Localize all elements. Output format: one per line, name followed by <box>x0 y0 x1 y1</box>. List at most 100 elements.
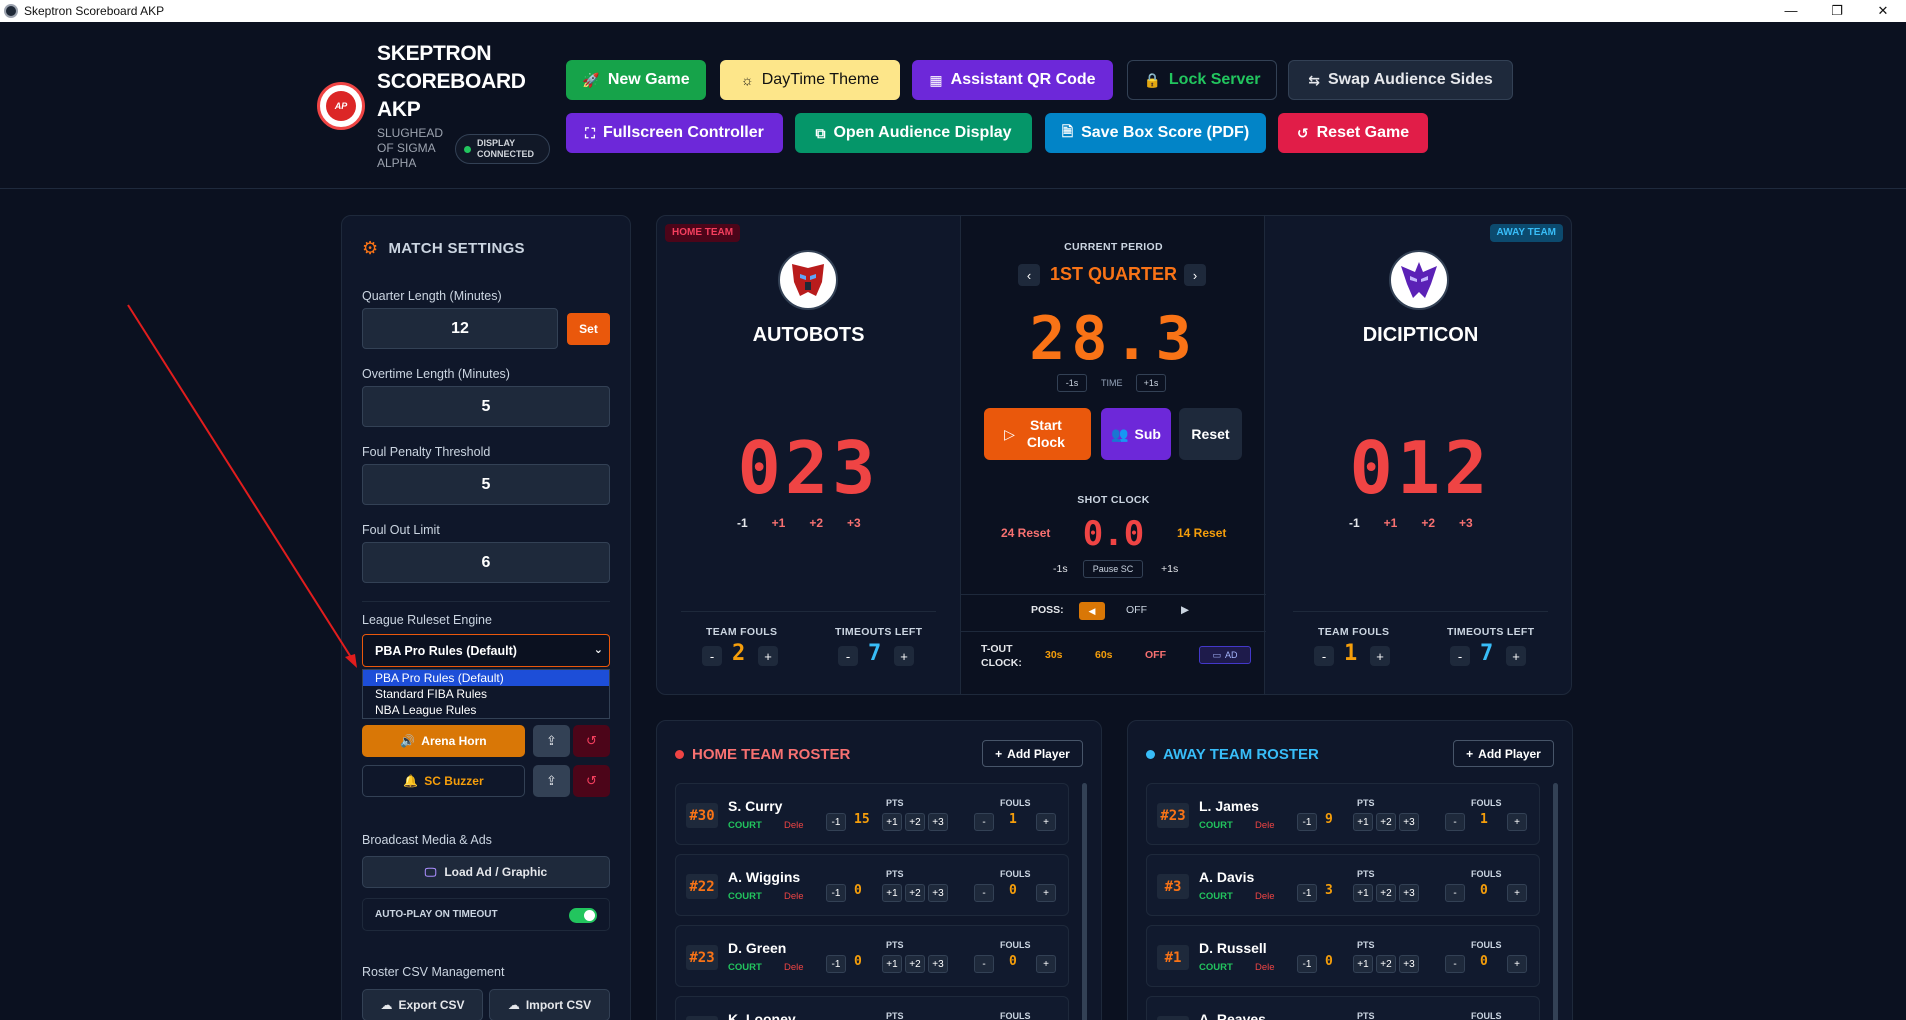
pts-plus-2-button[interactable]: +2 <box>1376 884 1396 902</box>
home-timeouts-plus[interactable]: + <box>894 646 914 666</box>
player-delete-button[interactable]: Dele <box>784 891 804 902</box>
fouls-plus-button[interactable]: + <box>1036 884 1056 902</box>
restore-button[interactable]: ❐ <box>1814 0 1860 22</box>
foul-out-input[interactable]: 6 <box>362 542 610 583</box>
ruleset-select[interactable]: PBA Pro Rules (Default) ⌄ <box>362 634 610 667</box>
home-minus-1-button[interactable]: -1 <box>737 516 748 530</box>
pts-plus-3-button[interactable]: +3 <box>928 813 948 831</box>
timeout-30s-button[interactable]: 30s <box>1045 649 1063 661</box>
autoplay-toggle[interactable] <box>569 908 597 923</box>
away-minus-1-button[interactable]: -1 <box>1349 516 1360 530</box>
pts-plus-1-button[interactable]: +1 <box>1353 955 1373 973</box>
possession-home-button[interactable]: ◀ <box>1079 602 1105 620</box>
minimize-button[interactable]: — <box>1768 0 1814 22</box>
assistant-qr-button[interactable]: ▦ Assistant QR Code <box>912 60 1113 100</box>
reset-horn-button[interactable]: ↺ <box>573 725 610 757</box>
possession-away-button[interactable]: ▶ <box>1181 604 1189 616</box>
fullscreen-controller-button[interactable]: ⛶ Fullscreen Controller <box>566 113 783 153</box>
set-quarter-button[interactable]: Set <box>567 313 610 345</box>
pts-minus-1-button[interactable]: -1 <box>826 813 846 831</box>
clock-minus-1s-button[interactable]: -1s <box>1057 374 1087 392</box>
away-fouls-minus[interactable]: - <box>1314 646 1334 666</box>
shot-clock-minus-button[interactable]: -1s <box>1053 563 1068 575</box>
reset-clock-button[interactable]: Reset <box>1179 408 1242 460</box>
shot-clock-plus-button[interactable]: +1s <box>1161 563 1178 575</box>
pts-plus-3-button[interactable]: +3 <box>1399 813 1419 831</box>
away-add-player-button[interactable]: + Add Player <box>1453 740 1554 767</box>
player-delete-button[interactable]: Dele <box>1255 962 1275 973</box>
pts-plus-2-button[interactable]: +2 <box>1376 955 1396 973</box>
pts-plus-3-button[interactable]: +3 <box>928 884 948 902</box>
player-delete-button[interactable]: Dele <box>784 820 804 831</box>
fouls-plus-button[interactable]: + <box>1036 955 1056 973</box>
possession-off-button[interactable]: OFF <box>1126 604 1147 616</box>
pts-plus-3-button[interactable]: +3 <box>1399 884 1419 902</box>
home-plus-2-button[interactable]: +2 <box>809 516 823 530</box>
daytime-theme-button[interactable]: ☼ DayTime Theme <box>720 60 900 100</box>
fouls-minus-button[interactable]: - <box>974 813 994 831</box>
away-plus-1-button[interactable]: +1 <box>1384 516 1398 530</box>
ruleset-option[interactable]: Standard FIBA Rules <box>363 686 609 702</box>
home-timeouts-minus[interactable]: - <box>838 646 858 666</box>
timeout-60s-button[interactable]: 60s <box>1095 649 1113 661</box>
export-csv-button[interactable]: ☁ Export CSV <box>362 989 483 1020</box>
quarter-length-input[interactable]: 12 <box>362 308 558 349</box>
player-court-status[interactable]: COURT <box>728 891 762 902</box>
pts-plus-1-button[interactable]: +1 <box>882 813 902 831</box>
fouls-plus-button[interactable]: + <box>1507 884 1527 902</box>
player-delete-button[interactable]: Dele <box>784 962 804 973</box>
reset-buzzer-button[interactable]: ↺ <box>573 765 610 797</box>
away-roster-scrollbar[interactable] <box>1553 783 1558 1020</box>
upload-horn-button[interactable]: ⇪ <box>533 725 570 757</box>
overtime-length-input[interactable]: 5 <box>362 386 610 427</box>
reset-game-button[interactable]: ↺ Reset Game <box>1278 113 1428 153</box>
player-court-status[interactable]: COURT <box>1199 891 1233 902</box>
pts-plus-1-button[interactable]: +1 <box>882 884 902 902</box>
away-fouls-plus[interactable]: + <box>1370 646 1390 666</box>
sub-button[interactable]: 👥 Sub <box>1101 408 1171 460</box>
pts-plus-1-button[interactable]: +1 <box>1353 884 1373 902</box>
new-game-button[interactable]: 🚀 New Game <box>566 60 706 100</box>
timeout-off-button[interactable]: OFF <box>1145 649 1166 661</box>
import-csv-button[interactable]: ☁ Import CSV <box>489 989 610 1020</box>
away-plus-3-button[interactable]: +3 <box>1459 516 1473 530</box>
load-ad-button[interactable]: 🖵 Load Ad / Graphic <box>362 856 610 888</box>
pts-minus-1-button[interactable]: -1 <box>1297 955 1317 973</box>
pts-minus-1-button[interactable]: -1 <box>1297 884 1317 902</box>
pts-plus-1-button[interactable]: +1 <box>1353 813 1373 831</box>
pts-minus-1-button[interactable]: -1 <box>826 955 846 973</box>
foul-penalty-input[interactable]: 5 <box>362 464 610 505</box>
home-plus-1-button[interactable]: +1 <box>772 516 786 530</box>
home-add-player-button[interactable]: + Add Player <box>982 740 1083 767</box>
fouls-minus-button[interactable]: - <box>1445 813 1465 831</box>
fouls-minus-button[interactable]: - <box>1445 955 1465 973</box>
away-timeouts-minus[interactable]: - <box>1450 646 1470 666</box>
start-clock-button[interactable]: ▷ Start Clock <box>984 408 1091 460</box>
save-box-score-button[interactable]: 🗎 Save Box Score (PDF) <box>1045 113 1266 153</box>
fouls-minus-button[interactable]: - <box>974 884 994 902</box>
home-plus-3-button[interactable]: +3 <box>847 516 861 530</box>
timeout-ad-button[interactable]: ▭ AD <box>1199 646 1251 664</box>
arena-horn-button[interactable]: 🔊 Arena Horn <box>362 725 525 757</box>
fouls-minus-button[interactable]: - <box>1445 884 1465 902</box>
ruleset-option[interactable]: NBA League Rules <box>363 702 609 718</box>
player-court-status[interactable]: COURT <box>1199 820 1233 831</box>
fouls-plus-button[interactable]: + <box>1507 955 1527 973</box>
open-audience-display-button[interactable]: ⧉ Open Audience Display <box>795 113 1032 153</box>
pts-plus-2-button[interactable]: +2 <box>905 955 925 973</box>
fouls-plus-button[interactable]: + <box>1507 813 1527 831</box>
swap-sides-button[interactable]: ⇆ Swap Audience Sides <box>1288 60 1513 100</box>
pts-minus-1-button[interactable]: -1 <box>826 884 846 902</box>
player-court-status[interactable]: COURT <box>728 962 762 973</box>
close-button[interactable]: ✕ <box>1860 0 1906 22</box>
reset-14-button[interactable]: 14 Reset <box>1177 526 1226 540</box>
period-next-button[interactable]: › <box>1184 264 1206 286</box>
lock-server-button[interactable]: 🔒 Lock Server <box>1127 60 1277 100</box>
home-fouls-minus[interactable]: - <box>702 646 722 666</box>
upload-buzzer-button[interactable]: ⇪ <box>533 765 570 797</box>
away-timeouts-plus[interactable]: + <box>1506 646 1526 666</box>
pts-plus-2-button[interactable]: +2 <box>905 813 925 831</box>
clock-plus-1s-button[interactable]: +1s <box>1136 374 1166 392</box>
player-delete-button[interactable]: Dele <box>1255 820 1275 831</box>
pts-plus-3-button[interactable]: +3 <box>928 955 948 973</box>
